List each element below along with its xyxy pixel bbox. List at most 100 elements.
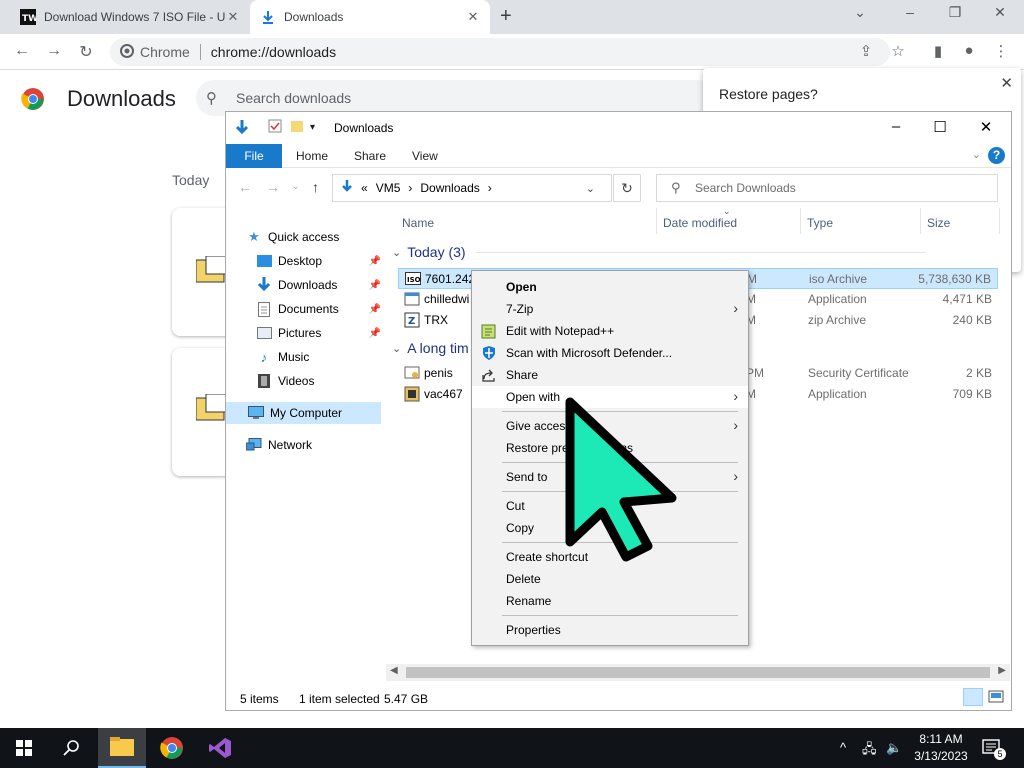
nav-item-videos[interactable]: Videos xyxy=(256,370,381,392)
column-size[interactable]: Size xyxy=(927,216,950,230)
chevron-up-icon[interactable]: ^ xyxy=(840,740,846,755)
horizontal-scrollbar[interactable]: ◀ ▶ xyxy=(386,664,1010,681)
menu-item-share[interactable]: Share xyxy=(472,364,748,386)
selection-count: 1 item selected xyxy=(299,692,380,706)
nav-item-desktop[interactable]: Desktop 📌 xyxy=(256,250,381,272)
menu-item-delete[interactable]: Delete xyxy=(472,568,748,590)
menu-item-7zip[interactable]: 7-Zip › xyxy=(472,298,748,320)
pin-icon: 📌 xyxy=(368,279,381,291)
close-tab-icon[interactable]: ✕ xyxy=(466,9,480,25)
download-card[interactable] xyxy=(172,208,232,336)
details-view-button[interactable] xyxy=(963,688,983,706)
scrollbar-thumb[interactable] xyxy=(406,667,990,678)
path-separator[interactable]: › xyxy=(488,181,492,195)
menu-kebab-icon[interactable]: ⋮ xyxy=(991,42,1011,60)
taskbar: ^ 🖧 🔈 8:11 AM 3/13/2023 5 xyxy=(0,728,1024,768)
download-arrow-icon xyxy=(341,179,353,197)
sort-chevron-icon: ⌄ xyxy=(723,206,731,216)
start-button[interactable] xyxy=(0,728,48,768)
recent-dropdown-icon[interactable]: ⌄ xyxy=(292,181,300,192)
path-segment-downloads[interactable]: Downloads xyxy=(420,181,479,195)
forward-button[interactable]: → xyxy=(266,179,280,195)
column-divider[interactable] xyxy=(920,208,921,234)
pin-icon: 📌 xyxy=(368,327,381,339)
customize-qa-icon[interactable]: ▾ xyxy=(310,122,315,133)
tab-view[interactable]: View xyxy=(412,149,438,163)
restore-button[interactable]: ❐ xyxy=(940,4,970,21)
tab-file[interactable]: File xyxy=(226,144,282,168)
help-icon[interactable]: ? xyxy=(988,147,1005,164)
nav-item-network[interactable]: Network xyxy=(246,434,381,456)
taskbar-file-explorer[interactable] xyxy=(98,728,146,768)
forward-button[interactable]: → xyxy=(44,42,64,60)
volume-icon[interactable]: 🔈 xyxy=(886,740,902,756)
close-window-button[interactable]: ✕ xyxy=(985,4,1015,21)
tab-share[interactable]: Share xyxy=(354,149,386,163)
chevron-down-icon[interactable]: ⌄ xyxy=(972,148,981,161)
nav-item-music[interactable]: ♪ Music xyxy=(256,346,381,368)
nav-item-quick-access[interactable]: ★ Quick access xyxy=(246,226,381,248)
taskbar-visual-studio[interactable] xyxy=(196,728,244,768)
back-button[interactable]: ← xyxy=(238,179,252,195)
menu-item-scan-defender[interactable]: Scan with Microsoft Defender... xyxy=(472,342,748,364)
column-type[interactable]: Type xyxy=(807,216,833,230)
close-tab-icon[interactable]: ✕ xyxy=(226,9,240,25)
taskbar-clock[interactable]: 8:11 AM 3/13/2023 xyxy=(910,731,972,765)
tab-home[interactable]: Home xyxy=(296,149,328,163)
close-window-button[interactable]: ✕ xyxy=(971,118,1001,136)
column-name[interactable]: Name xyxy=(402,216,434,230)
chevron-down-icon[interactable]: ⌄ xyxy=(586,182,595,195)
minimize-button[interactable]: – xyxy=(881,118,911,135)
explorer-search-input[interactable]: ⚲ Search Downloads xyxy=(656,174,998,202)
group-header-long-time-ago[interactable]: ⌄ A long tim xyxy=(392,340,469,356)
path-breadcrumb[interactable]: « VM5 › Downloads › ⌄ xyxy=(332,174,612,202)
nav-item-downloads[interactable]: Downloads 📌 xyxy=(256,274,381,296)
new-tab-button[interactable]: + xyxy=(500,5,512,28)
bookmark-star-icon[interactable]: ☆ xyxy=(888,42,908,60)
refresh-button[interactable]: ↻ xyxy=(613,174,641,202)
menu-item-properties[interactable]: Properties xyxy=(472,619,748,641)
share-icon[interactable]: ⇪ xyxy=(856,42,876,60)
path-segment-vm5[interactable]: VM5 xyxy=(376,181,401,195)
new-folder-icon[interactable] xyxy=(290,119,304,136)
maximize-button[interactable]: ☐ xyxy=(925,118,955,136)
group-header-today[interactable]: ⌄ Today (3) xyxy=(392,244,926,260)
reload-button[interactable]: ↻ xyxy=(76,42,96,62)
path-separator[interactable]: › xyxy=(408,181,412,195)
scroll-right-arrow-icon[interactable]: ▶ xyxy=(998,665,1006,676)
tab-downloads[interactable]: Downloads ✕ xyxy=(250,0,490,34)
up-button[interactable]: ↑ xyxy=(312,179,319,195)
properties-checkbox-icon[interactable] xyxy=(268,119,282,136)
notification-center-button[interactable]: 5 xyxy=(982,738,1006,760)
menu-item-edit-notepadpp[interactable]: Edit with Notepad++ xyxy=(472,320,748,342)
taskbar-chrome[interactable] xyxy=(148,728,196,768)
menu-item-rename[interactable]: Rename xyxy=(472,590,748,612)
side-panel-icon[interactable]: ▮ xyxy=(928,42,948,60)
page-title: Downloads xyxy=(67,86,176,111)
nav-item-documents[interactable]: Documents 📌 xyxy=(256,298,381,320)
menu-item-open[interactable]: Open xyxy=(472,276,748,298)
notification-badge: 5 xyxy=(994,748,1006,760)
network-icon[interactable]: 🖧 xyxy=(862,740,877,762)
address-bar[interactable]: Chrome chrome://downloads xyxy=(110,38,890,66)
nav-item-pictures[interactable]: Pictures 📌 xyxy=(256,322,381,344)
tab-title: Download Windows 7 ISO File - U xyxy=(44,10,226,24)
column-divider[interactable] xyxy=(800,208,801,234)
column-date-modified[interactable]: Date modified xyxy=(663,216,737,230)
restore-pages-text: Restore pages? xyxy=(719,86,818,102)
clock-date: 3/13/2023 xyxy=(914,749,968,763)
tab-download-windows7[interactable]: TW Download Windows 7 ISO File - U ✕ xyxy=(10,0,250,34)
path-overflow[interactable]: « xyxy=(361,181,368,195)
profile-avatar-icon[interactable]: ● xyxy=(959,42,979,59)
scroll-left-arrow-icon[interactable]: ◀ xyxy=(390,665,398,676)
download-card[interactable] xyxy=(172,348,232,476)
tab-search-icon[interactable]: ⌄ xyxy=(845,4,875,21)
minimize-button[interactable]: – xyxy=(895,4,925,20)
search-button[interactable] xyxy=(48,728,96,768)
large-icons-view-button[interactable] xyxy=(986,688,1006,706)
column-divider[interactable] xyxy=(999,208,1000,234)
back-button[interactable]: ← xyxy=(12,42,32,60)
nav-item-my-computer[interactable]: My Computer xyxy=(226,402,381,424)
close-icon[interactable]: ✕ xyxy=(1000,74,1013,92)
column-divider[interactable] xyxy=(656,208,657,234)
